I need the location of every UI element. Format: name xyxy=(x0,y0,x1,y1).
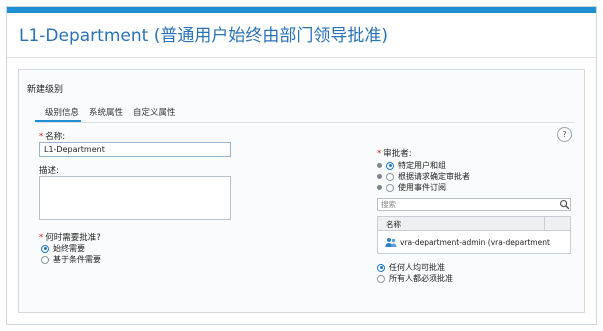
search-icon[interactable] xyxy=(559,199,570,210)
radio-empty-icon xyxy=(386,172,394,181)
user-group-icon xyxy=(385,238,397,247)
table-header: 名称 xyxy=(378,217,570,231)
when-approval-label: * 何时需要批准? xyxy=(39,233,101,243)
panel-title: 新建级别 xyxy=(27,85,64,95)
radio-specific-users[interactable]: 特定用户和组 xyxy=(377,160,446,171)
approver-table: 名称 vra-department-admin (vra-department xyxy=(377,216,571,254)
radio-all-must-approve[interactable]: 所有人都必须批准 xyxy=(377,273,453,284)
list-bullet-icon xyxy=(377,185,382,190)
help-icon[interactable]: ? xyxy=(557,127,572,142)
tab-system-properties[interactable]: 系统属性 xyxy=(89,106,123,118)
page-card: L1-Department (普通用户始终由部门领导批准) 新建级别 级别信息 … xyxy=(6,6,597,325)
column-header-name[interactable]: 名称 xyxy=(386,219,401,230)
radio-empty-icon xyxy=(386,183,394,192)
radio-empty-icon xyxy=(377,274,385,283)
radio-selected-icon xyxy=(377,263,385,272)
new-level-panel: 新建级别 级别信息 系统属性 自定义属性 * 名称: L1-Department … xyxy=(18,69,585,313)
radio-anyone-can-approve[interactable]: 任何人均可批准 xyxy=(377,262,445,273)
table-row[interactable]: vra-department-admin (vra-department xyxy=(378,231,570,253)
radio-selected-icon xyxy=(386,161,394,170)
tab-level-info[interactable]: 级别信息 xyxy=(45,106,79,118)
approver-search-input[interactable]: 搜索 xyxy=(377,198,571,211)
radio-always-required[interactable]: 始终需要 xyxy=(41,243,85,254)
radio-selected-icon xyxy=(41,244,49,253)
top-accent-bar xyxy=(7,7,596,13)
radio-empty-icon xyxy=(41,255,49,264)
list-bullet-icon xyxy=(377,174,382,179)
radio-determine-by-request[interactable]: 根据请求确定审批者 xyxy=(377,171,470,182)
title-divider xyxy=(7,57,596,58)
tab-custom-properties[interactable]: 自定义属性 xyxy=(133,106,176,118)
name-field[interactable]: L1-Department xyxy=(39,142,231,157)
radio-conditional[interactable]: 基于条件需要 xyxy=(41,254,101,265)
approver-label: * 审批者: xyxy=(377,149,412,159)
description-label: 描述: xyxy=(39,166,59,176)
column-separator xyxy=(544,217,545,231)
radio-event-subscription[interactable]: 使用事件订阅 xyxy=(377,182,446,193)
name-label: * 名称: xyxy=(39,132,66,142)
approver-name: vra-department-admin (vra-department xyxy=(400,238,550,247)
tabs-divider xyxy=(35,122,575,123)
list-bullet-icon xyxy=(377,163,382,168)
page-title: L1-Department (普通用户始终由部门领导批准) xyxy=(19,26,388,46)
description-textarea[interactable] xyxy=(39,176,231,220)
